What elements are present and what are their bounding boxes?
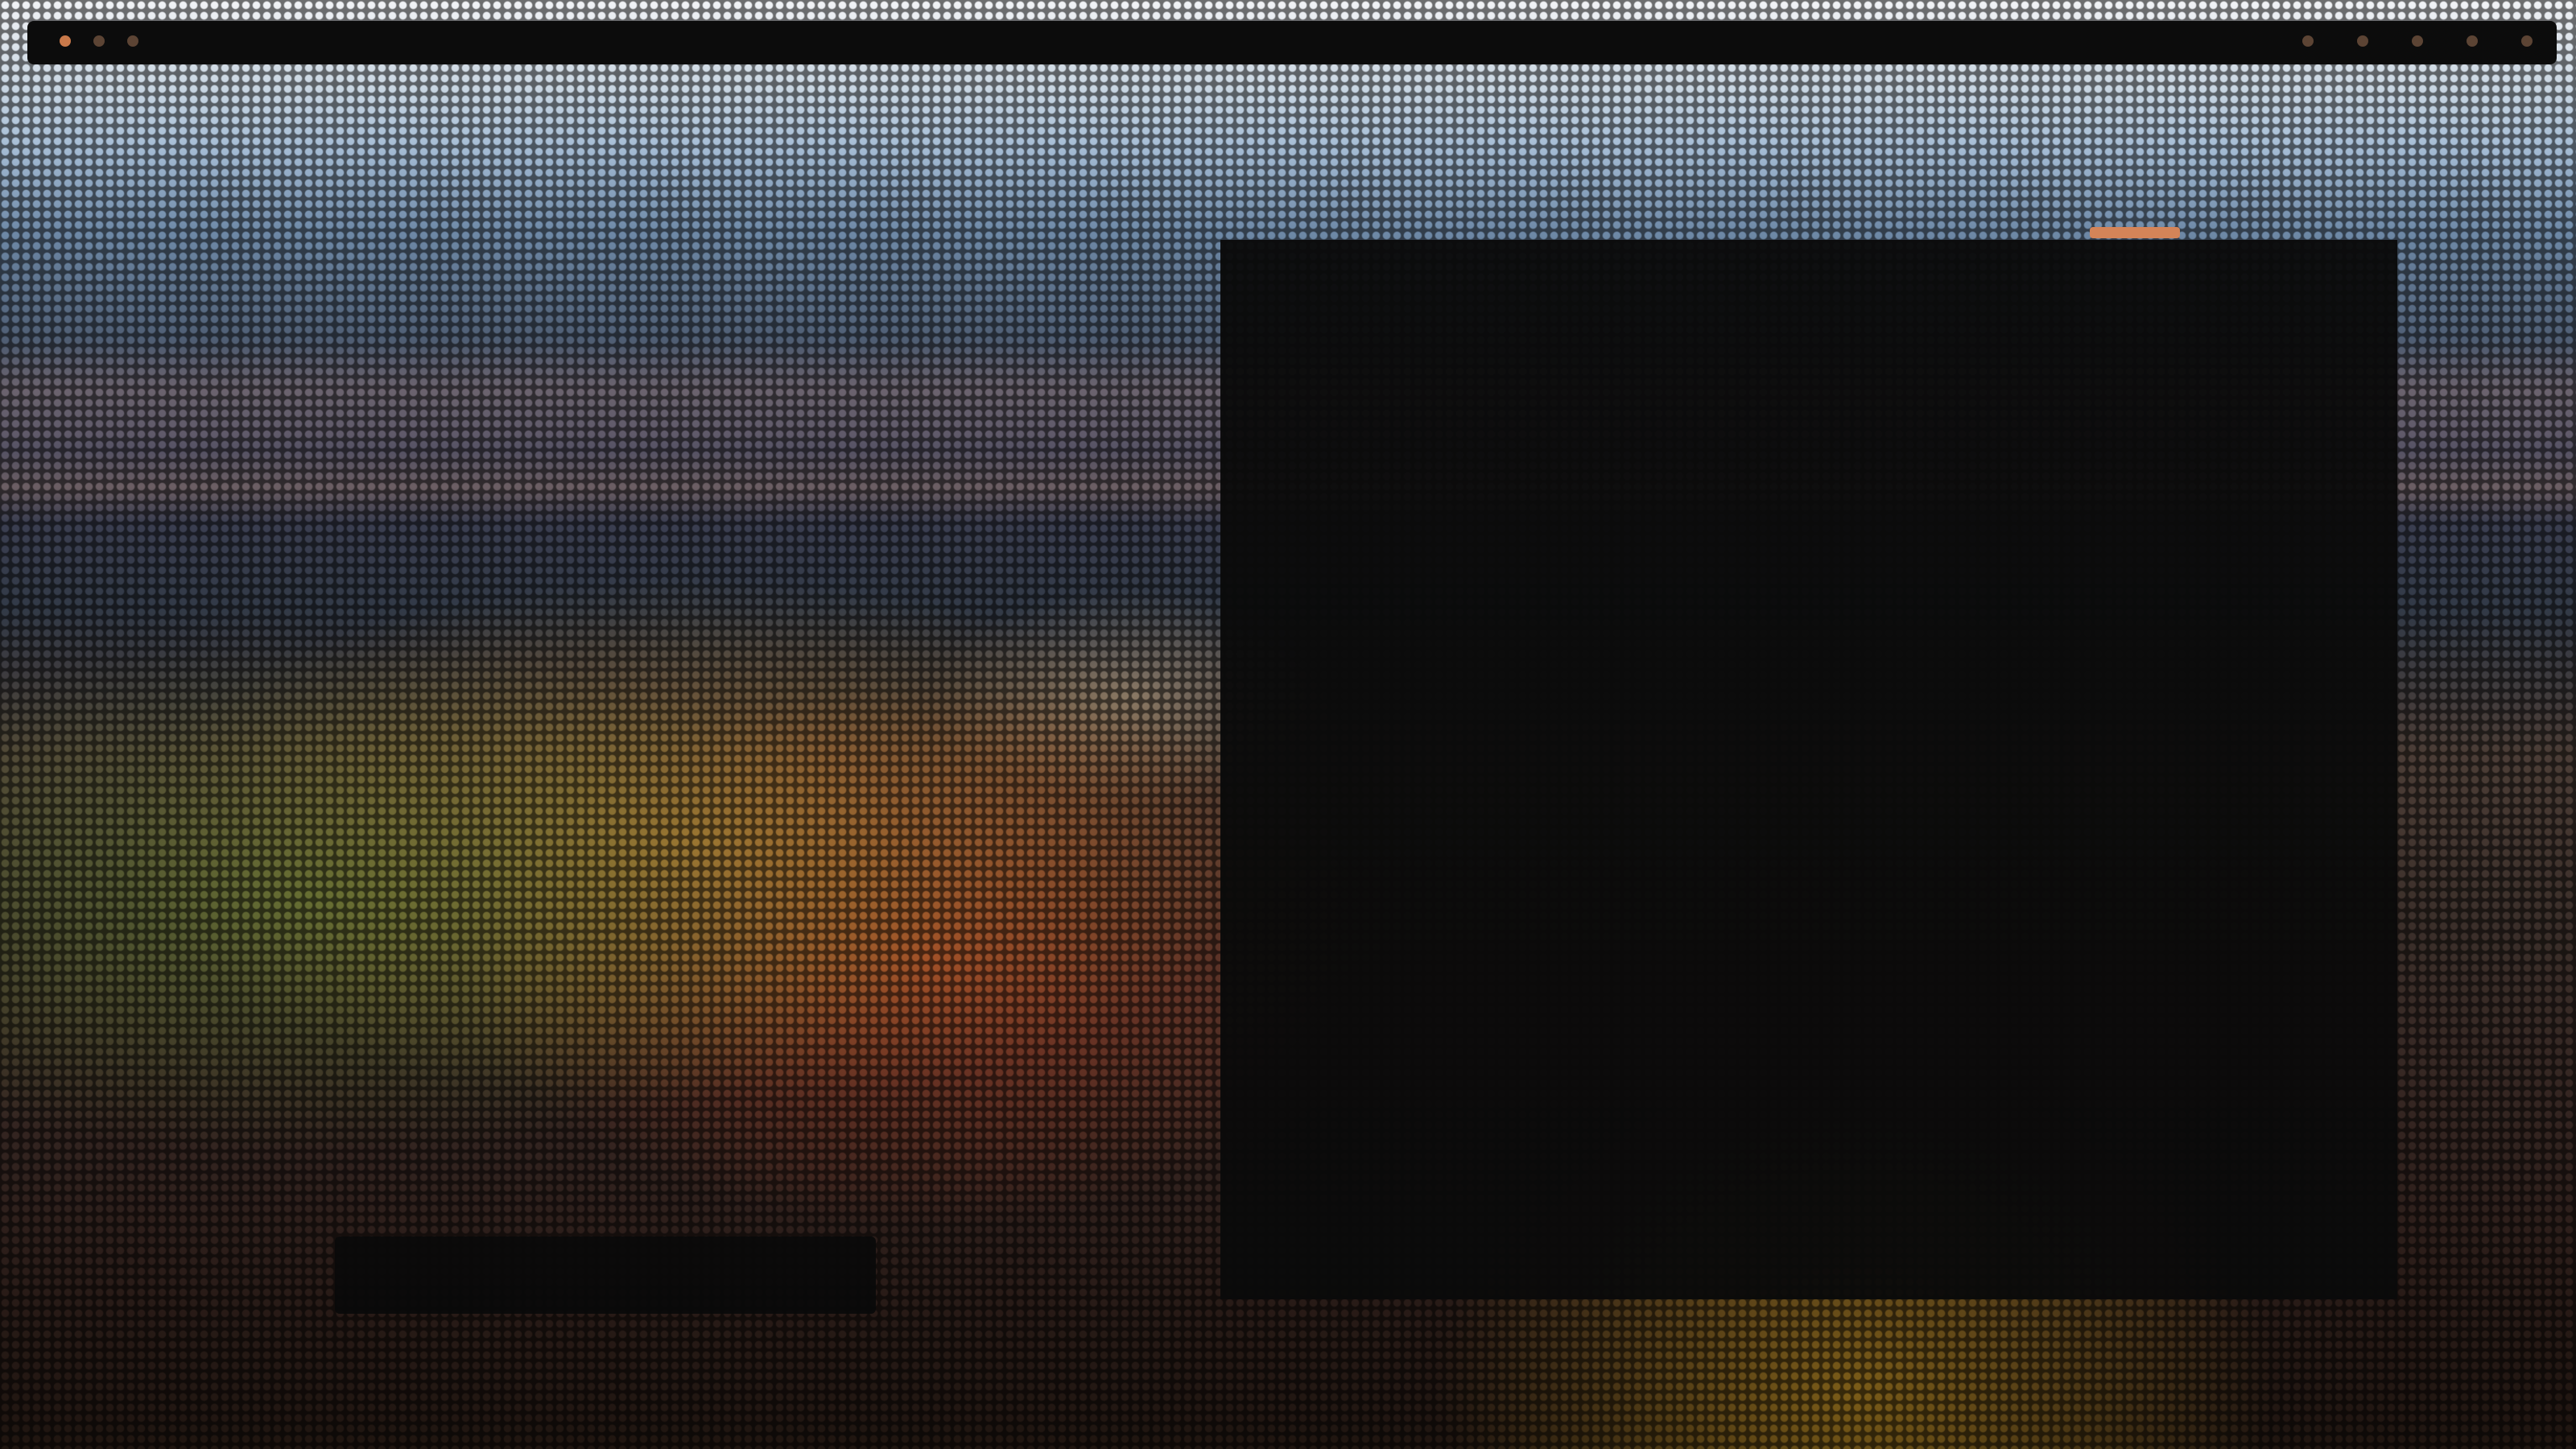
workspace-switcher	[60, 31, 138, 47]
workspace-indicator[interactable]	[60, 35, 71, 47]
workspace-indicator[interactable]	[93, 35, 105, 47]
terminal-window[interactable]	[1220, 240, 2397, 1299]
focused-window-accent	[2090, 227, 2180, 238]
top-status-bar	[27, 21, 2557, 64]
status-indicator[interactable]	[2302, 35, 2314, 47]
status-indicator[interactable]	[2467, 35, 2478, 47]
status-indicator[interactable]	[2412, 35, 2423, 47]
status-indicators	[2302, 31, 2533, 47]
status-indicator[interactable]	[2357, 35, 2368, 47]
clock[interactable]	[2521, 35, 2533, 47]
workspace-indicator[interactable]	[127, 35, 138, 47]
notification-box[interactable]	[335, 1236, 876, 1314]
